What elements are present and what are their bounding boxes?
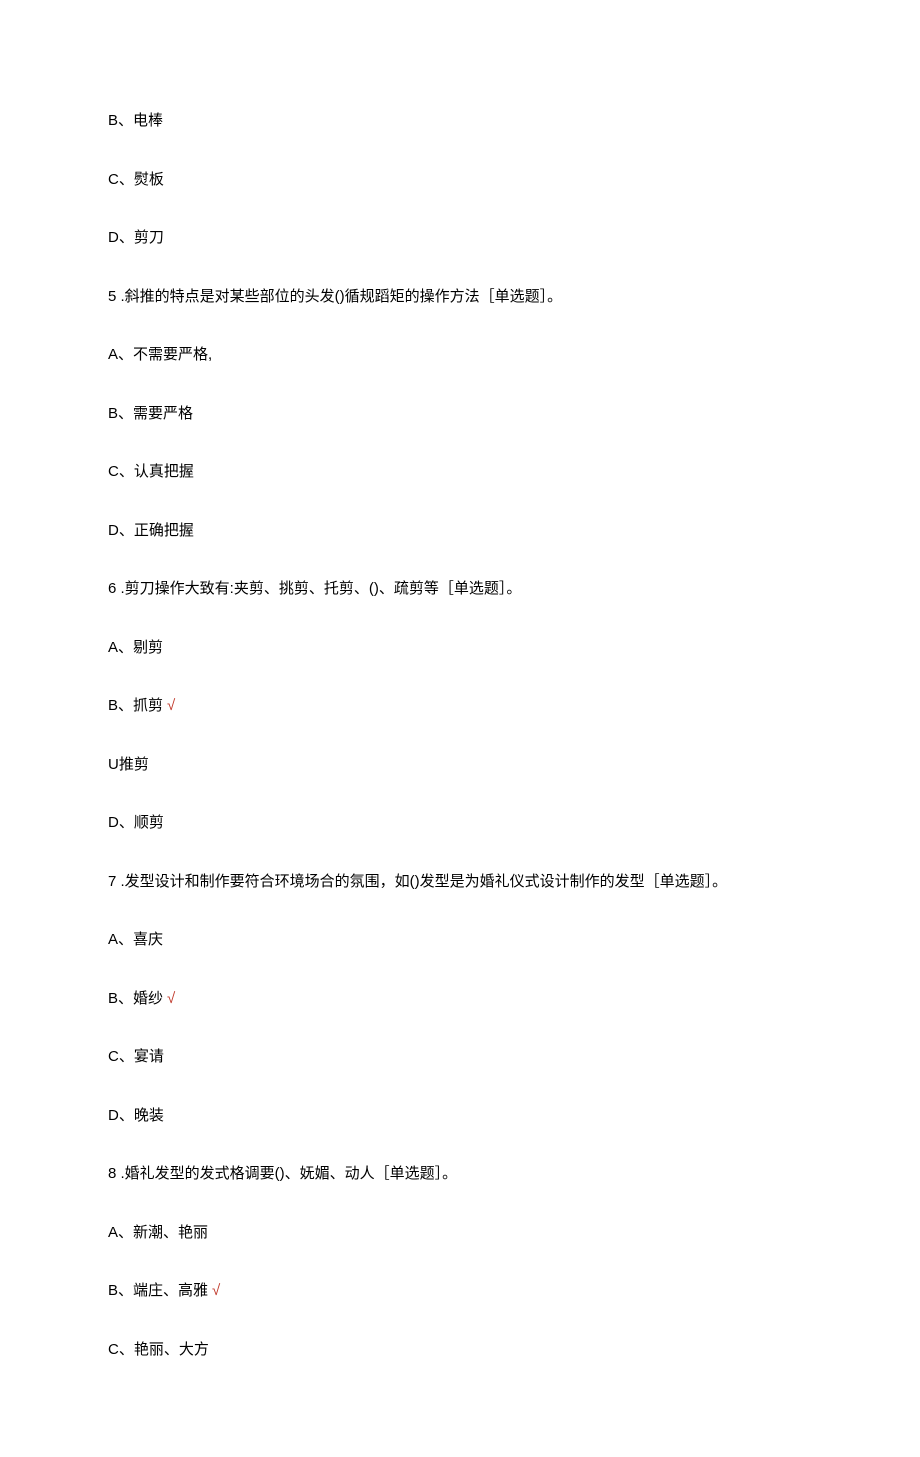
line-text: A、不需要严格, — [108, 346, 212, 363]
text-line: C、熨板 — [108, 169, 812, 192]
text-line: U推剪 — [108, 754, 812, 777]
text-line: B、需要严格 — [108, 403, 812, 426]
line-text: D、顺剪 — [108, 814, 164, 831]
text-line: A、新潮、艳丽 — [108, 1222, 812, 1245]
correct-mark-icon: √ — [167, 697, 175, 714]
text-line: A、喜庆 — [108, 929, 812, 952]
text-line: 6 .剪刀操作大致有:夹剪、挑剪、托剪、()、疏剪等［单选题］。 — [108, 578, 812, 601]
text-line: B、抓剪√ — [108, 695, 812, 718]
line-text: 7 .发型设计和制作要符合环境场合的氛围，如()发型是为婚礼仪式设计制作的发型［… — [108, 873, 727, 890]
text-line: A、不需要严格, — [108, 344, 812, 367]
line-text: 5 .斜推的特点是对某些部位的头发()循规蹈矩的操作方法［单选题］。 — [108, 288, 562, 305]
correct-mark-icon: √ — [167, 990, 175, 1007]
line-text: C、熨板 — [108, 171, 164, 188]
text-line: 8 .婚礼发型的发式格调要()、妩媚、动人［单选题］。 — [108, 1163, 812, 1186]
document-page: B、电棒 C、熨板 D、剪刀 5 .斜推的特点是对某些部位的头发()循规蹈矩的操作方法… — [0, 0, 920, 1457]
line-text: A、新潮、艳丽 — [108, 1224, 208, 1241]
line-text: 6 .剪刀操作大致有:夹剪、挑剪、托剪、()、疏剪等［单选题］。 — [108, 580, 521, 597]
text-line: B、电棒 — [108, 110, 812, 133]
text-line: C、艳丽、大方 — [108, 1339, 812, 1362]
text-line: D、顺剪 — [108, 812, 812, 835]
line-text: B、婚纱 — [108, 990, 163, 1007]
line-text: C、艳丽、大方 — [108, 1341, 209, 1358]
line-text: U推剪 — [108, 756, 149, 773]
line-text: A、喜庆 — [108, 931, 163, 948]
line-text: B、需要严格 — [108, 405, 193, 422]
text-line: C、认真把握 — [108, 461, 812, 484]
text-line: B、婚纱√ — [108, 988, 812, 1011]
line-text: B、抓剪 — [108, 697, 163, 714]
text-line: A、剔剪 — [108, 637, 812, 660]
line-text: D、晚装 — [108, 1107, 164, 1124]
text-line: D、剪刀 — [108, 227, 812, 250]
text-line: D、晚装 — [108, 1105, 812, 1128]
line-text: D、剪刀 — [108, 229, 164, 246]
line-text: B、端庄、高雅 — [108, 1282, 208, 1299]
text-line: D、正确把握 — [108, 520, 812, 543]
text-line: B、端庄、高雅√ — [108, 1280, 812, 1303]
correct-mark-icon: √ — [212, 1282, 220, 1299]
line-text: 8 .婚礼发型的发式格调要()、妩媚、动人［单选题］。 — [108, 1165, 457, 1182]
line-text: A、剔剪 — [108, 639, 163, 656]
line-text: D、正确把握 — [108, 522, 194, 539]
content-container: B、电棒 C、熨板 D、剪刀 5 .斜推的特点是对某些部位的头发()循规蹈矩的操作方法… — [108, 110, 812, 1361]
line-text: B、电棒 — [108, 112, 163, 129]
text-line: 7 .发型设计和制作要符合环境场合的氛围，如()发型是为婚礼仪式设计制作的发型［… — [108, 871, 812, 894]
line-text: C、宴请 — [108, 1048, 164, 1065]
line-text: C、认真把握 — [108, 463, 194, 480]
text-line: C、宴请 — [108, 1046, 812, 1069]
text-line: 5 .斜推的特点是对某些部位的头发()循规蹈矩的操作方法［单选题］。 — [108, 286, 812, 309]
